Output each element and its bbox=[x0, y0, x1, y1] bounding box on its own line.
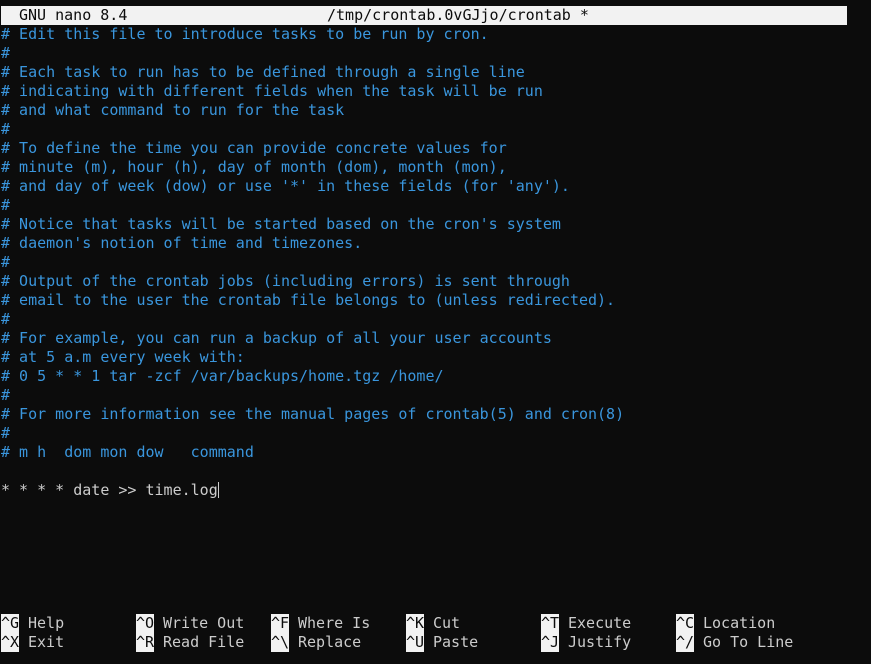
shortcut-label: Execute bbox=[568, 614, 632, 632]
nano-editor-window: GNU nano 8.4 /tmp/crontab.0vGJjo/crontab… bbox=[1, 6, 847, 500]
shortcut-cut[interactable]: ^K Cut bbox=[406, 614, 460, 633]
shortcut-write-out[interactable]: ^O Write Out bbox=[136, 614, 244, 633]
shortcut-go-to-line[interactable]: ^/ Go To Line bbox=[676, 633, 793, 652]
comment-line: # 0 5 * * 1 tar -zcf /var/backups/home.t… bbox=[1, 367, 444, 385]
comment-line: # bbox=[1, 310, 11, 328]
shortcut-key: ^\ bbox=[271, 633, 290, 652]
comment-line: # bbox=[1, 196, 11, 214]
shortcut-key: ^F bbox=[271, 614, 290, 633]
comment-line: # For example, you can run a backup of a… bbox=[1, 329, 552, 347]
text-cursor bbox=[217, 482, 219, 498]
shortcut-label: Replace bbox=[298, 633, 362, 651]
shortcut-label: Cut bbox=[433, 614, 461, 632]
comment-line: # Notice that tasks will be started base… bbox=[1, 215, 561, 233]
comment-line: # bbox=[1, 253, 11, 271]
shortcut-read-file[interactable]: ^R Read File bbox=[136, 633, 244, 652]
shortcut-key: ^T bbox=[541, 614, 560, 633]
shortcut-key: ^U bbox=[406, 633, 425, 652]
shortcut-replace[interactable]: ^\ Replace bbox=[271, 633, 361, 652]
shortcut-execute[interactable]: ^T Execute bbox=[541, 614, 631, 633]
shortcut-label: Location bbox=[703, 614, 776, 632]
shortcut-paste[interactable]: ^U Paste bbox=[406, 633, 478, 652]
comment-line: # email to the user the crontab file bel… bbox=[1, 291, 616, 309]
shortcut-help[interactable]: ^G Help bbox=[1, 614, 64, 633]
shortcut-key: ^O bbox=[136, 614, 155, 633]
shortcut-key: ^J bbox=[541, 633, 560, 652]
shortcut-key: ^X bbox=[1, 633, 20, 652]
comment-line: # Edit this file to introduce tasks to b… bbox=[1, 25, 489, 43]
comment-line: # bbox=[1, 120, 11, 138]
shortcut-label: Help bbox=[28, 614, 65, 632]
comment-line: # daemon's notion of time and timezones. bbox=[1, 234, 363, 252]
shortcut-label: Read File bbox=[163, 633, 245, 651]
shortcut-label: Go To Line bbox=[703, 633, 794, 651]
shortcut-label: Justify bbox=[568, 633, 632, 651]
title-bar: GNU nano 8.4 /tmp/crontab.0vGJjo/crontab… bbox=[1, 6, 847, 25]
app-version: GNU nano 8.4 bbox=[19, 6, 128, 24]
shortcut-key: ^K bbox=[406, 614, 425, 633]
comment-line: # minute (m), hour (h), day of month (do… bbox=[1, 158, 507, 176]
comment-line: # bbox=[1, 44, 11, 62]
comment-line: # For more information see the manual pa… bbox=[1, 405, 625, 423]
shortcut-where-is[interactable]: ^F Where Is bbox=[271, 614, 370, 633]
shortcut-label: Exit bbox=[28, 633, 65, 651]
shortcut-location[interactable]: ^C Location bbox=[676, 614, 775, 633]
comment-line: # and what command to run for the task bbox=[1, 101, 345, 119]
comment-line: # To define the time you can provide con… bbox=[1, 139, 507, 157]
comment-line: # Each task to run has to be defined thr… bbox=[1, 63, 525, 81]
comment-line: # bbox=[1, 424, 11, 442]
shortcut-exit[interactable]: ^X Exit bbox=[1, 633, 64, 652]
comment-line: # indicating with different fields when … bbox=[1, 82, 543, 100]
comment-line: # m h dom mon dow command bbox=[1, 443, 254, 461]
shortcut-label: Write Out bbox=[163, 614, 245, 632]
comment-line: # bbox=[1, 386, 11, 404]
comment-line: # at 5 a.m every week with: bbox=[1, 348, 245, 366]
editor-text-area[interactable]: # Edit this file to introduce tasks to b… bbox=[1, 25, 847, 500]
cron-command-line: * * * * date >> time.log bbox=[1, 481, 847, 500]
cron-command-text: * * * * date >> time.log bbox=[1, 481, 218, 499]
shortcut-label: Paste bbox=[433, 633, 479, 651]
shortcut-label: Where Is bbox=[298, 614, 371, 632]
shortcut-key: ^/ bbox=[676, 633, 695, 652]
shortcut-key: ^G bbox=[1, 614, 20, 633]
shortcut-bar: ^G Help ^O Write Out ^F Where Is ^K Cut ^T Ex… bbox=[1, 614, 871, 652]
shortcut-key: ^R bbox=[136, 633, 155, 652]
shortcut-justify[interactable]: ^J Justify bbox=[541, 633, 631, 652]
shortcut-key: ^C bbox=[676, 614, 695, 633]
file-path: /tmp/crontab.0vGJjo/crontab * bbox=[327, 6, 589, 24]
comment-line: # Output of the crontab jobs (including … bbox=[1, 272, 570, 290]
comment-line: # and day of week (dow) or use '*' in th… bbox=[1, 177, 570, 195]
